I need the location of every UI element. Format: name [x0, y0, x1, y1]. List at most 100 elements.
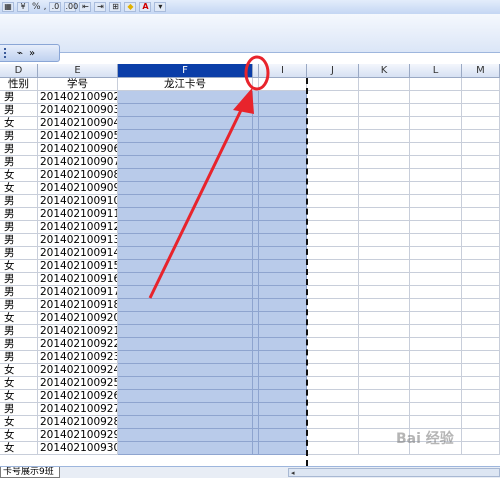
table-cell[interactable] — [259, 117, 307, 130]
table-cell[interactable] — [359, 117, 410, 130]
table-cell[interactable]: 男 — [0, 338, 38, 351]
header-cell[interactable] — [462, 78, 500, 91]
table-cell[interactable] — [118, 130, 253, 143]
table-cell[interactable] — [410, 169, 462, 182]
table-cell[interactable] — [307, 117, 359, 130]
table-cell[interactable] — [410, 312, 462, 325]
table-cell[interactable] — [307, 325, 359, 338]
table-cell[interactable] — [118, 429, 253, 442]
table-cell[interactable] — [410, 130, 462, 143]
toolbar-options-icon[interactable]: ▾ — [154, 2, 167, 12]
table-cell[interactable] — [307, 286, 359, 299]
table-cell[interactable] — [307, 130, 359, 143]
table-cell[interactable]: 201402100910 — [38, 195, 118, 208]
column-header-i[interactable]: I — [259, 64, 307, 78]
table-cell[interactable] — [259, 325, 307, 338]
table-cell[interactable] — [307, 221, 359, 234]
table-cell[interactable] — [359, 182, 410, 195]
table-cell[interactable] — [359, 208, 410, 221]
table-cell[interactable]: 女 — [0, 364, 38, 377]
table-cell[interactable] — [410, 390, 462, 403]
column-header-f[interactable]: F — [118, 64, 253, 78]
table-cell[interactable]: 201402100916 — [38, 273, 118, 286]
table-cell[interactable] — [307, 273, 359, 286]
table-cell[interactable]: 201402100908 — [38, 169, 118, 182]
table-cell[interactable] — [118, 117, 253, 130]
header-cell[interactable] — [307, 78, 359, 91]
table-cell[interactable] — [410, 221, 462, 234]
table-cell[interactable] — [410, 91, 462, 104]
table-cell[interactable]: 男 — [0, 247, 38, 260]
table-cell[interactable]: 201402100920 — [38, 312, 118, 325]
comma-button[interactable]: , — [44, 2, 47, 12]
table-cell[interactable] — [118, 143, 253, 156]
table-cell[interactable] — [259, 403, 307, 416]
chart-icon[interactable]: ⌁ — [17, 48, 23, 59]
table-cell[interactable]: 男 — [0, 104, 38, 117]
table-cell[interactable] — [462, 416, 500, 429]
table-cell[interactable] — [359, 273, 410, 286]
table-cell[interactable] — [307, 143, 359, 156]
expand-icon[interactable]: » — [29, 48, 35, 59]
table-cell[interactable] — [359, 260, 410, 273]
table-cell[interactable]: 男 — [0, 208, 38, 221]
table-cell[interactable] — [118, 169, 253, 182]
currency-icon[interactable]: ¥ — [17, 2, 29, 12]
table-cell[interactable] — [259, 390, 307, 403]
table-cell[interactable] — [359, 338, 410, 351]
table-cell[interactable] — [462, 195, 500, 208]
table-cell[interactable] — [259, 260, 307, 273]
table-cell[interactable] — [118, 338, 253, 351]
table-cell[interactable] — [359, 390, 410, 403]
table-cell[interactable] — [259, 364, 307, 377]
table-cell[interactable]: 201402100912 — [38, 221, 118, 234]
table-cell[interactable] — [259, 104, 307, 117]
table-cell[interactable] — [462, 442, 500, 455]
table-cell[interactable] — [259, 429, 307, 442]
table-cell[interactable]: 201402100925 — [38, 377, 118, 390]
table-cell[interactable] — [259, 299, 307, 312]
table-cell[interactable] — [307, 260, 359, 273]
table-cell[interactable]: 女 — [0, 416, 38, 429]
table-cell[interactable] — [307, 429, 359, 442]
table-cell[interactable] — [307, 182, 359, 195]
table-cell[interactable] — [307, 351, 359, 364]
table-cell[interactable] — [462, 247, 500, 260]
table-cell[interactable]: 女 — [0, 377, 38, 390]
table-cell[interactable] — [259, 156, 307, 169]
table-cell[interactable] — [259, 247, 307, 260]
table-cell[interactable] — [118, 247, 253, 260]
table-cell[interactable]: 201402100930 — [38, 442, 118, 455]
table-cell[interactable]: 201402100923 — [38, 351, 118, 364]
fill-color-icon[interactable]: ◆ — [124, 2, 137, 12]
toolbar-grip-icon[interactable] — [4, 48, 11, 58]
table-cell[interactable]: 男 — [0, 143, 38, 156]
table-cell[interactable] — [462, 312, 500, 325]
table-cell[interactable]: 男 — [0, 130, 38, 143]
header-cell[interactable]: 龙江卡号 — [118, 78, 253, 91]
table-cell[interactable] — [462, 299, 500, 312]
table-cell[interactable] — [462, 156, 500, 169]
table-cell[interactable] — [410, 260, 462, 273]
table-cell[interactable]: 男 — [0, 286, 38, 299]
table-cell[interactable] — [118, 104, 253, 117]
table-cell[interactable] — [307, 312, 359, 325]
column-header-l[interactable]: L — [410, 64, 462, 78]
table-cell[interactable] — [118, 234, 253, 247]
table-cell[interactable] — [307, 442, 359, 455]
table-cell[interactable] — [359, 143, 410, 156]
table-cell[interactable] — [462, 338, 500, 351]
increase-indent-icon[interactable]: ⇥ — [94, 2, 107, 12]
table-cell[interactable] — [259, 286, 307, 299]
table-cell[interactable] — [259, 195, 307, 208]
table-cell[interactable]: 201402100926 — [38, 390, 118, 403]
table-cell[interactable]: 男 — [0, 234, 38, 247]
table-cell[interactable] — [359, 234, 410, 247]
table-cell[interactable] — [410, 117, 462, 130]
sheet-tab[interactable]: 卡号展示9班 — [0, 467, 60, 478]
table-cell[interactable] — [359, 325, 410, 338]
column-header-e[interactable]: E — [38, 64, 118, 78]
table-cell[interactable] — [118, 312, 253, 325]
table-cell[interactable] — [118, 416, 253, 429]
table-cell[interactable] — [462, 234, 500, 247]
